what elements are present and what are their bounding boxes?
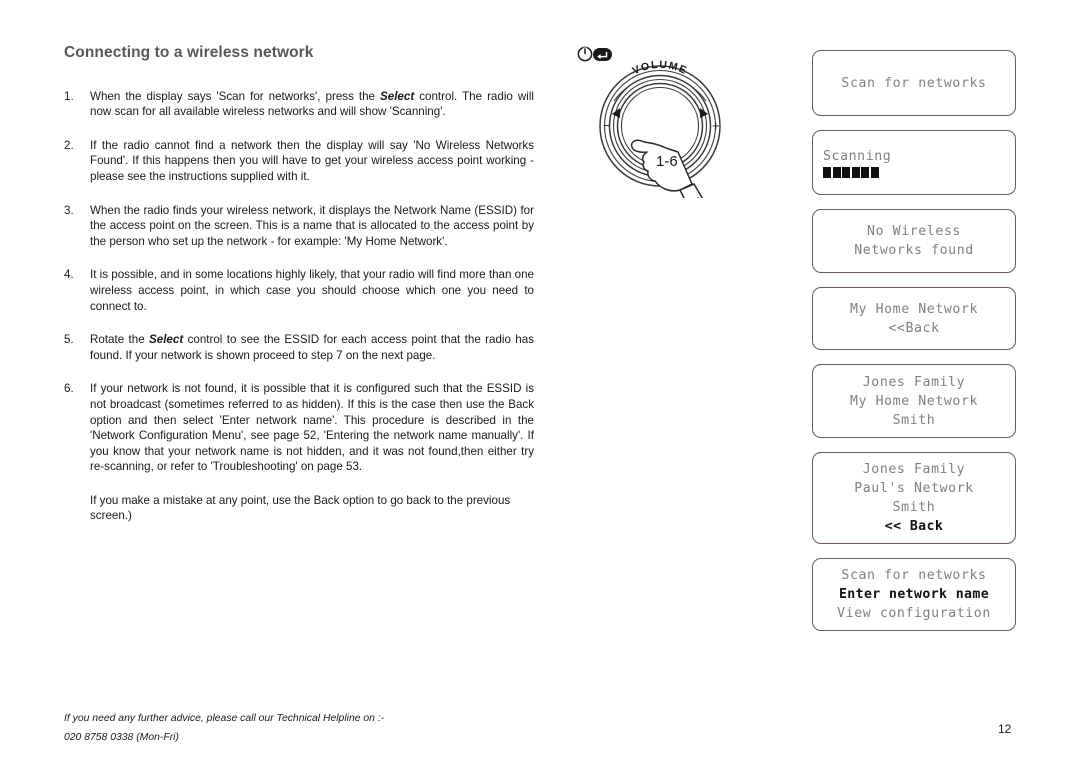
step-text: It is possible, and in some locations hi… <box>90 267 534 314</box>
volume-knob-illustration: VOLUME − + 1-6 <box>570 38 760 198</box>
lcd-line: My Home Network <box>849 301 979 317</box>
progress-block <box>823 167 831 178</box>
lcd-line: <<Back <box>888 320 940 336</box>
step-text: When the display says 'Scan for networks… <box>90 89 534 120</box>
helpline-line-2: 020 8758 0338 (Mon-Fri) <box>64 732 179 743</box>
lcd-line: Smith <box>892 500 936 515</box>
instructions-column: Connecting to a wireless network 1. When … <box>64 44 534 524</box>
lcd-screen-no-wireless-networks-found: No Wireless Networks found <box>812 209 1016 273</box>
helpline-line-1: If you need any further advice, please c… <box>64 713 385 724</box>
progress-block <box>842 167 850 178</box>
progress-block <box>870 167 879 178</box>
lcd-line: No Wireless <box>867 224 961 239</box>
step-badge-label: 1-6 <box>656 153 678 170</box>
emphasis-text: Select <box>380 89 415 103</box>
step-item: 5. Rotate the Select control to see the E… <box>64 332 534 363</box>
step-number: 6. <box>64 382 74 396</box>
body-text: It is possible, and in some locations hi… <box>90 268 534 313</box>
plus-label: + <box>712 118 720 133</box>
body-text: When the display says 'Scan for networks… <box>90 89 381 103</box>
step-item: 6. If your network is not found, it is po… <box>64 381 534 475</box>
lcd-progress-bar <box>823 167 1005 178</box>
body-text: Rotate the <box>90 333 150 347</box>
note-paragraph: If you make a mistake at any point, use … <box>90 493 511 523</box>
body-text: If the radio cannot find a network then … <box>90 138 534 183</box>
manual-page: Connecting to a wireless network 1. When … <box>0 0 1080 761</box>
lcd-line: Jones Family <box>862 374 966 390</box>
emphasis-text: Select <box>149 333 184 347</box>
progress-block <box>861 167 869 178</box>
steps-list: 1. When the display says 'Scan for networ… <box>64 89 534 475</box>
lcd-screen-network-list-with-back: Jones Family Paul's Network Smith << Back <box>812 452 1016 544</box>
body-text: If your network is not found, it is poss… <box>90 382 534 474</box>
volume-label: VOLUME <box>631 59 690 77</box>
lcd-screen-scanning: Scanning <box>812 130 1016 195</box>
step-item: 2. If the radio cannot find a network the… <box>64 138 534 185</box>
lcd-screen-my-home-network: My Home Network <<Back <box>812 287 1016 350</box>
back-icon <box>593 48 612 61</box>
helpline-footer: If you need any further advice, please c… <box>64 710 384 746</box>
progress-block <box>832 167 841 178</box>
lcd-line: Jones Family <box>862 462 966 477</box>
lcd-line: Smith <box>892 412 936 428</box>
step-number: 3. <box>64 203 74 217</box>
step-item: 3. When the radio finds your wireless net… <box>64 203 534 250</box>
minus-label: − <box>603 118 611 133</box>
lcd-line: Scanning <box>823 149 892 164</box>
page-number: 12 <box>998 722 1012 736</box>
step-number: 5. <box>64 333 74 347</box>
step-number: 2. <box>64 138 74 152</box>
step-text: Rotate the Select control to see the ESS… <box>90 332 534 363</box>
step-number: 1. <box>64 89 74 103</box>
lcd-line: My Home Network <box>849 393 979 409</box>
knob-svg: VOLUME − + 1-6 <box>577 46 721 198</box>
step-text: If your network is not found, it is poss… <box>90 381 534 475</box>
step-text: If the radio cannot find a network then … <box>90 138 534 185</box>
lcd-line-selected: Enter network name <box>838 587 990 602</box>
lcd-screen-network-list: Jones Family My Home Network Smith <box>812 364 1016 438</box>
step-number: 4. <box>64 268 74 282</box>
step-item: 4. It is possible, and in some locations … <box>64 267 534 314</box>
lcd-line-selected: << Back <box>884 519 944 534</box>
lcd-screen-network-configuration-menu: Scan for networks Enter network name View … <box>812 558 1016 631</box>
lcd-line: Paul's Network <box>854 481 974 496</box>
lcd-line: Networks found <box>854 243 974 258</box>
progress-block <box>851 167 860 178</box>
lcd-line: View configuration <box>837 606 991 621</box>
lcd-line: Scan for networks <box>841 568 987 583</box>
step-item: 1. When the display says 'Scan for networ… <box>64 89 534 120</box>
body-text: When the radio finds your wireless netwo… <box>90 203 534 248</box>
page-title: Connecting to a wireless network <box>64 44 314 61</box>
lcd-screen-scan-for-networks: Scan for networks <box>812 50 1016 116</box>
lcd-screen-stack: Scan for networks Scanning No Wireless Netw… <box>812 50 1016 645</box>
step-text: When the radio finds your wireless netwo… <box>90 203 534 250</box>
power-icon <box>577 46 593 62</box>
lcd-line: Scan for networks <box>841 75 987 91</box>
